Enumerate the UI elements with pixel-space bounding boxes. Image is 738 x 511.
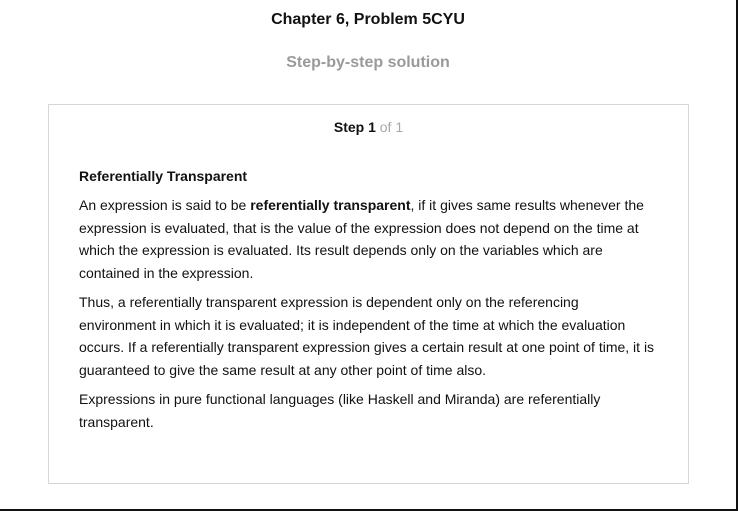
solution-step-card: Step 1 of 1 Referentially Transparent An… [48, 104, 689, 484]
page-title: Chapter 6, Problem 5CYU [271, 11, 465, 28]
step-indicator: Step 1 of 1 [49, 119, 688, 135]
solution-paragraph-1: An expression is said to be referentiall… [79, 194, 659, 284]
solution-heading: Referentially Transparent [79, 168, 248, 184]
solution-paragraph-2: Thus, a referentially transparent expres… [79, 294, 655, 378]
solution-page: Chapter 6, Problem 5CYU Step-by-step sol… [0, 0, 738, 511]
paragraph-1-term: referentially transparent [250, 197, 411, 213]
paragraph-1-prefix: An expression is said to be [79, 197, 251, 213]
step-content: Referentially Transparent An expression … [79, 165, 659, 440]
step-total: of 1 [379, 119, 404, 135]
page-subtitle: Step-by-step solution [286, 54, 450, 71]
step-label: Step 1 [333, 119, 376, 135]
solution-paragraph-3: Expressions in pure functional languages… [79, 391, 601, 430]
